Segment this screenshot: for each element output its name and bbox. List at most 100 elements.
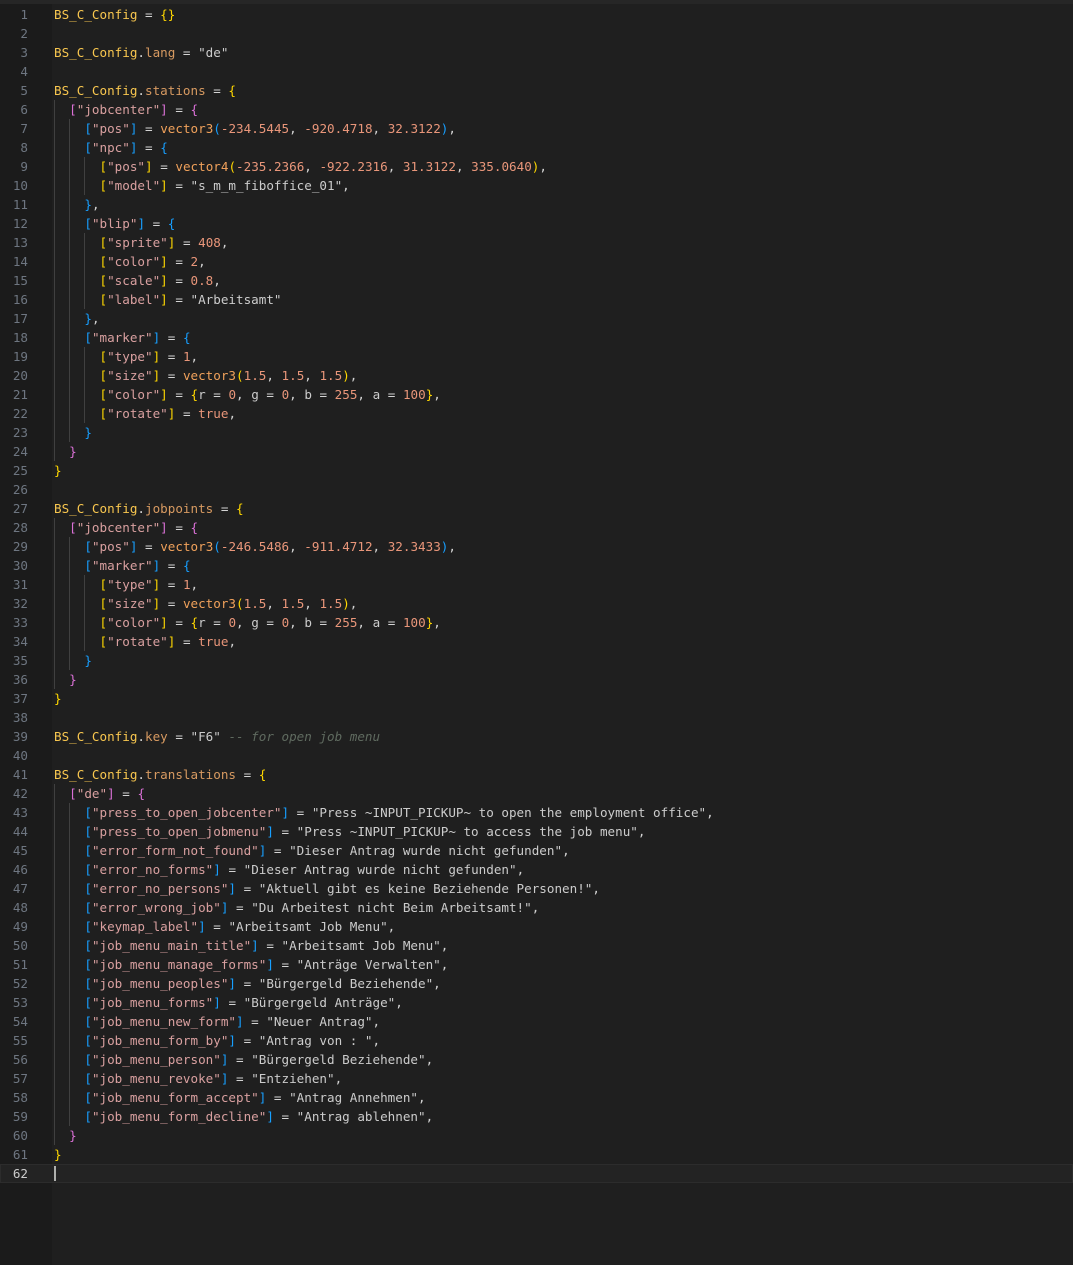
code-line[interactable]: 11 }, [0, 195, 1073, 214]
code-text[interactable]: ["jobcenter"] = { [54, 100, 198, 119]
code-text[interactable]: ["press_to_open_jobmenu"] = "Press ~INPU… [54, 822, 645, 841]
code-lines[interactable]: 1 BS_C_Config = {} 2 3 BS_C_Config.lang = "d… [0, 5, 1073, 1183]
code-line[interactable]: 12 ["blip"] = { [0, 214, 1073, 233]
code-line[interactable]: 30 ["marker"] = { [0, 556, 1073, 575]
code-line[interactable]: 51 ["job_menu_manage_forms"] = "Anträge … [0, 955, 1073, 974]
code-text[interactable]: ["size"] = vector3(1.5, 1.5, 1.5), [54, 594, 358, 613]
code-line[interactable]: 45 ["error_form_not_found"] = "Dieser An… [0, 841, 1073, 860]
code-text[interactable]: ["marker"] = { [54, 556, 190, 575]
code-text[interactable]: ["error_form_not_found"] = "Dieser Antra… [54, 841, 569, 860]
code-line[interactable]: 9 ["pos"] = vector4(-235.2366, -922.2316… [0, 157, 1073, 176]
code-text[interactable]: ["job_menu_peoples"] = "Bürgergeld Bezie… [54, 974, 440, 993]
code-line[interactable]: 25} [0, 461, 1073, 480]
code-line[interactable]: 26 [0, 480, 1073, 499]
code-line[interactable]: 41 BS_C_Config.translations = { [0, 765, 1073, 784]
code-line[interactable]: 24 } [0, 442, 1073, 461]
code-line[interactable]: 42 ["de"] = { [0, 784, 1073, 803]
code-line[interactable]: 58 ["job_menu_form_accept"] = "Antrag An… [0, 1088, 1073, 1107]
code-text[interactable]: ["color"] = {r = 0, g = 0, b = 255, a = … [54, 385, 441, 404]
code-line[interactable]: 56 ["job_menu_person"] = "Bürgergeld Bez… [0, 1050, 1073, 1069]
code-line[interactable]: 50 ["job_menu_main_title"] = "Arbeitsamt… [0, 936, 1073, 955]
code-line[interactable]: 34 ["rotate"] = true, [0, 632, 1073, 651]
code-text[interactable]: }, [54, 195, 99, 214]
code-text[interactable]: BS_C_Config.key = "F6" -- for open job m… [54, 727, 380, 746]
code-text[interactable]: } [54, 442, 77, 461]
code-text[interactable]: BS_C_Config.jobpoints = { [54, 499, 244, 518]
code-line[interactable]: 43 ["press_to_open_jobcenter"] = "Press … [0, 803, 1073, 822]
code-text[interactable]: } [54, 1126, 77, 1145]
code-text[interactable]: ["type"] = 1, [54, 575, 199, 594]
code-text[interactable]: ["pos"] = vector4(-235.2366, -922.2316, … [54, 157, 547, 176]
code-line[interactable]: 53 ["job_menu_forms"] = "Bürgergeld Antr… [0, 993, 1073, 1012]
code-line[interactable]: 55 ["job_menu_form_by"] = "Antrag von : … [0, 1031, 1073, 1050]
code-line[interactable]: 2 [0, 24, 1073, 43]
code-line[interactable]: 19 ["type"] = 1, [0, 347, 1073, 366]
code-text[interactable]: ["job_menu_forms"] = "Bürgergeld Anträge… [54, 993, 403, 1012]
code-line[interactable]: 16 ["label"] = "Arbeitsamt" [0, 290, 1073, 309]
code-text[interactable]: ["rotate"] = true, [54, 632, 237, 651]
code-line[interactable]: 7 ["pos"] = vector3(-234.5445, -920.4718… [0, 119, 1073, 138]
code-line[interactable]: 54 ["job_menu_new_form"] = "Neuer Antrag… [0, 1012, 1073, 1031]
code-text[interactable]: } [54, 670, 77, 689]
code-text[interactable]: ["color"] = 2, [54, 252, 206, 271]
code-line[interactable]: 59 ["job_menu_form_decline"] = "Antrag a… [0, 1107, 1073, 1126]
code-text[interactable]: BS_C_Config.stations = { [54, 81, 236, 100]
code-line[interactable]: 44 ["press_to_open_jobmenu"] = "Press ~I… [0, 822, 1073, 841]
code-text[interactable]: BS_C_Config = {} [54, 5, 175, 24]
code-line[interactable]: 1 BS_C_Config = {} [0, 5, 1073, 24]
code-line[interactable]: 31 ["type"] = 1, [0, 575, 1073, 594]
code-text[interactable]: } [54, 689, 62, 708]
code-line[interactable]: 28 ["jobcenter"] = { [0, 518, 1073, 537]
code-text[interactable]: ["press_to_open_jobcenter"] = "Press ~IN… [54, 803, 713, 822]
code-text[interactable]: }, [54, 309, 99, 328]
code-line[interactable]: 46 ["error_no_forms"] = "Dieser Antrag w… [0, 860, 1073, 879]
code-line[interactable]: 52 ["job_menu_peoples"] = "Bürgergeld Be… [0, 974, 1073, 993]
code-line[interactable]: 39 BS_C_Config.key = "F6" -- for open job… [0, 727, 1073, 746]
code-text[interactable]: ["job_menu_form_by"] = "Antrag von : ", [54, 1031, 380, 1050]
code-line[interactable]: 13 ["sprite"] = 408, [0, 233, 1073, 252]
code-text[interactable]: ["blip"] = { [54, 214, 175, 233]
code-line[interactable]: 47 ["error_no_persons"] = "Aktuell gibt … [0, 879, 1073, 898]
code-line[interactable]: 62 [0, 1164, 1073, 1183]
code-text[interactable]: ["error_wrong_job"] = "Du Arbeitest nich… [54, 898, 539, 917]
code-line[interactable]: 3 BS_C_Config.lang = "de" [0, 43, 1073, 62]
code-text[interactable]: ["rotate"] = true, [54, 404, 237, 423]
code-text[interactable]: ["job_menu_form_decline"] = "Antrag able… [54, 1107, 433, 1126]
code-text[interactable]: ["job_menu_new_form"] = "Neuer Antrag", [54, 1012, 380, 1031]
code-line[interactable]: 32 ["size"] = vector3(1.5, 1.5, 1.5), [0, 594, 1073, 613]
code-line[interactable]: 38 [0, 708, 1073, 727]
code-line[interactable]: 18 ["marker"] = { [0, 328, 1073, 347]
code-line[interactable]: 15 ["scale"] = 0.8, [0, 271, 1073, 290]
code-text[interactable]: ["job_menu_person"] = "Bürgergeld Bezieh… [54, 1050, 433, 1069]
code-text[interactable]: ["size"] = vector3(1.5, 1.5, 1.5), [54, 366, 358, 385]
code-line[interactable]: 60 } [0, 1126, 1073, 1145]
code-text[interactable]: ["job_menu_manage_forms"] = "Anträge Ver… [54, 955, 448, 974]
code-text[interactable]: ["jobcenter"] = { [54, 518, 198, 537]
code-text[interactable]: ["job_menu_revoke"] = "Entziehen", [54, 1069, 342, 1088]
code-text[interactable]: BS_C_Config.translations = { [54, 765, 266, 784]
code-text[interactable]: ["keymap_label"] = "Arbeitsamt Job Menu"… [54, 917, 395, 936]
code-text[interactable]: ["color"] = {r = 0, g = 0, b = 255, a = … [54, 613, 441, 632]
code-line[interactable]: 5 BS_C_Config.stations = { [0, 81, 1073, 100]
code-text[interactable]: ["type"] = 1, [54, 347, 199, 366]
code-text[interactable]: ["job_menu_main_title"] = "Arbeitsamt Jo… [54, 936, 448, 955]
code-line[interactable]: 10 ["model"] = "s_m_m_fiboffice_01", [0, 176, 1073, 195]
code-line[interactable]: 6 ["jobcenter"] = { [0, 100, 1073, 119]
code-line[interactable]: 48 ["error_wrong_job"] = "Du Arbeitest n… [0, 898, 1073, 917]
code-text[interactable]: } [54, 651, 92, 670]
code-line[interactable]: 17 }, [0, 309, 1073, 328]
code-text[interactable]: } [54, 461, 62, 480]
code-text[interactable]: ["sprite"] = 408, [54, 233, 229, 252]
code-text[interactable]: ["job_menu_form_accept"] = "Antrag Anneh… [54, 1088, 425, 1107]
code-line[interactable]: 33 ["color"] = {r = 0, g = 0, b = 255, a… [0, 613, 1073, 632]
code-line[interactable]: 27 BS_C_Config.jobpoints = { [0, 499, 1073, 518]
code-line[interactable]: 36 } [0, 670, 1073, 689]
code-text[interactable]: ["pos"] = vector3(-246.5486, -911.4712, … [54, 537, 456, 556]
code-text[interactable]: ["pos"] = vector3(-234.5445, -920.4718, … [54, 119, 456, 138]
code-line[interactable]: 40 [0, 746, 1073, 765]
code-text[interactable]: ["de"] = { [54, 784, 145, 803]
code-line[interactable]: 29 ["pos"] = vector3(-246.5486, -911.471… [0, 537, 1073, 556]
code-text[interactable]: } [54, 1145, 62, 1164]
code-line[interactable]: 23 } [0, 423, 1073, 442]
code-line[interactable]: 57 ["job_menu_revoke"] = "Entziehen", [0, 1069, 1073, 1088]
